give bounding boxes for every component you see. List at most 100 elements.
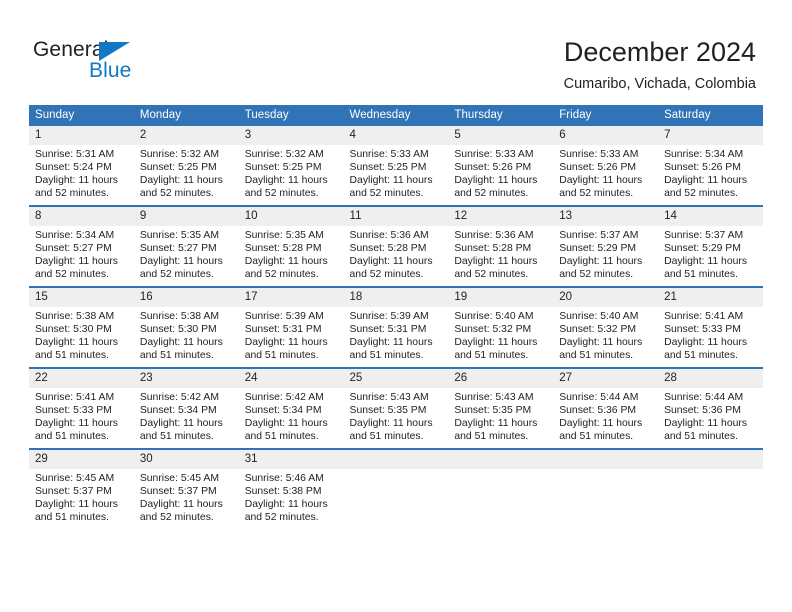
calendar-day-cell[interactable]: 18 Sunrise: 5:39 AM Sunset: 5:31 PM Dayligh… [343,286,449,368]
calendar-day-cell[interactable]: 17 Sunrise: 5:39 AM Sunset: 5:31 PM Dayligh… [238,286,344,368]
sunset-text: Sunset: 5:27 PM [139,243,217,255]
sunset-text: Sunset: 5:37 PM [139,486,217,498]
calendar-day-cell[interactable]: 12 Sunrise: 5:36 AM Sunset: 5:28 PM Dayligh… [448,205,554,287]
calendar-day-cell[interactable]: 23 Sunrise: 5:42 AM Sunset: 5:34 PM Dayligh… [133,367,239,449]
calendar-day-cell[interactable]: 26 Sunrise: 5:43 AM Sunset: 5:35 PM Dayligh… [448,367,554,449]
calendar-day-cell[interactable]: 9 Sunrise: 5:35 AM Sunset: 5:27 PM Daylight… [133,205,239,287]
day-number: 19 [448,288,554,307]
calendar-day-cell[interactable]: 4 Sunrise: 5:33 AM Sunset: 5:25 PM Daylight… [343,126,449,206]
day-details: Sunrise: 5:46 AM Sunset: 5:38 PM Daylight:… [239,469,344,524]
sunrise-text: Sunrise: 5:34 AM [35,230,115,241]
calendar-day-cell[interactable]: 21 Sunrise: 5:41 AM Sunset: 5:33 PM Dayligh… [658,286,763,368]
calendar-day-cell[interactable]: 6 Sunrise: 5:33 AM Sunset: 5:26 PM Daylight… [553,126,659,206]
calendar-day-cell[interactable]: 19 Sunrise: 5:40 AM Sunset: 5:32 PM Dayligh… [448,286,554,368]
calendar-day-cell[interactable]: 1 Sunrise: 5:31 AM Sunset: 5:24 PM Daylight… [29,126,134,206]
daylight-text: Daylight: 11 hours and 51 minutes. [664,337,748,362]
daylight-text: Daylight: 11 hours and 51 minutes. [35,499,118,524]
calendar-day-cell[interactable]: 15 Sunrise: 5:38 AM Sunset: 5:30 PM Dayligh… [29,286,134,368]
sunset-text: Sunset: 5:32 PM [559,324,637,336]
daylight-text: Daylight: 11 hours and 52 minutes. [559,256,643,281]
sunset-text: Sunset: 5:34 PM [244,405,322,417]
sunset-text: Sunset: 5:25 PM [139,162,217,174]
day-details: Sunrise: 5:37 AM Sunset: 5:29 PM Daylight:… [658,226,763,281]
calendar-body: 1 Sunrise: 5:31 AM Sunset: 5:24 PM Daylight… [29,126,763,529]
sunrise-text: Sunrise: 5:33 AM [349,149,429,160]
sunrise-text: Sunrise: 5:35 AM [244,230,324,241]
daylight-text: Daylight: 11 hours and 51 minutes. [559,418,643,443]
daylight-text: Daylight: 11 hours and 52 minutes. [139,499,223,524]
daylight-text: Daylight: 11 hours and 52 minutes. [349,256,433,281]
sunrise-text: Sunrise: 5:35 AM [139,230,219,241]
day-number: 22 [29,369,134,388]
sunset-text: Sunset: 5:26 PM [664,162,741,174]
calendar-day-cell[interactable]: 27 Sunrise: 5:44 AM Sunset: 5:36 PM Dayligh… [553,367,659,449]
calendar-header-row: Sunday Monday Tuesday Wednesday Thursday… [29,105,763,126]
calendar-week-row: 29 Sunrise: 5:45 AM Sunset: 5:37 PM Dayligh… [29,448,763,529]
calendar-day-cell[interactable]: 20 Sunrise: 5:40 AM Sunset: 5:32 PM Dayligh… [553,286,659,368]
calendar-day-cell[interactable]: 10 Sunrise: 5:35 AM Sunset: 5:28 PM Dayligh… [238,205,344,287]
calendar-day-cell[interactable]: 29 Sunrise: 5:45 AM Sunset: 5:37 PM Dayligh… [29,448,134,529]
calendar-week-row: 22 Sunrise: 5:41 AM Sunset: 5:33 PM Dayligh… [29,367,763,449]
sunset-text: Sunset: 5:36 PM [664,405,741,417]
day-number: 30 [133,450,239,469]
daylight-text: Daylight: 11 hours and 51 minutes. [139,418,223,443]
day-number [658,450,763,469]
sunrise-text: Sunrise: 5:43 AM [454,392,534,403]
calendar-day-cell[interactable]: 31 Sunrise: 5:46 AM Sunset: 5:38 PM Dayligh… [238,448,344,529]
day-details: Sunrise: 5:32 AM Sunset: 5:25 PM Daylight:… [239,145,344,200]
sunrise-text: Sunrise: 5:40 AM [454,311,534,322]
sunset-text: Sunset: 5:34 PM [139,405,217,417]
calendar-day-cell[interactable]: 25 Sunrise: 5:43 AM Sunset: 5:35 PM Dayligh… [343,367,449,449]
calendar-day-cell[interactable]: 2 Sunrise: 5:32 AM Sunset: 5:25 PM Daylight… [133,126,239,206]
daylight-text: Daylight: 11 hours and 52 minutes. [244,256,328,281]
sunrise-text: Sunrise: 5:39 AM [349,311,429,322]
sunrise-text: Sunrise: 5:31 AM [35,149,115,160]
sunset-text: Sunset: 5:38 PM [244,486,322,498]
sunrise-text: Sunrise: 5:43 AM [349,392,429,403]
calendar-day-cell[interactable]: 3 Sunrise: 5:32 AM Sunset: 5:25 PM Daylight… [238,126,344,206]
calendar-day-cell[interactable]: 13 Sunrise: 5:37 AM Sunset: 5:29 PM Dayligh… [553,205,659,287]
calendar-day-cell[interactable]: 30 Sunrise: 5:45 AM Sunset: 5:37 PM Dayligh… [133,448,239,529]
day-details [658,469,763,472]
daylight-text: Daylight: 11 hours and 51 minutes. [349,337,433,362]
calendar-day-cell[interactable]: 28 Sunrise: 5:44 AM Sunset: 5:36 PM Dayligh… [658,367,763,449]
calendar-day-cell[interactable]: 8 Sunrise: 5:34 AM Sunset: 5:27 PM Daylight… [29,205,134,287]
sunrise-text: Sunrise: 5:33 AM [559,149,639,160]
day-details: Sunrise: 5:34 AM Sunset: 5:27 PM Daylight:… [29,226,134,281]
day-number: 29 [29,450,134,469]
day-number: 7 [658,126,763,145]
day-details: Sunrise: 5:39 AM Sunset: 5:31 PM Daylight:… [239,307,344,362]
sunrise-text: Sunrise: 5:42 AM [244,392,324,403]
sunset-text: Sunset: 5:29 PM [664,243,741,255]
sunrise-text: Sunrise: 5:41 AM [35,392,115,403]
calendar-week-row: 15 Sunrise: 5:38 AM Sunset: 5:30 PM Dayligh… [29,286,763,368]
daylight-text: Daylight: 11 hours and 51 minutes. [244,418,328,443]
daylight-text: Daylight: 11 hours and 52 minutes. [244,175,328,200]
sunrise-text: Sunrise: 5:36 AM [349,230,429,241]
day-number [553,450,659,469]
day-number: 21 [658,288,763,307]
calendar-day-cell[interactable]: 14 Sunrise: 5:37 AM Sunset: 5:29 PM Dayligh… [658,205,763,287]
calendar-day-cell[interactable]: 5 Sunrise: 5:33 AM Sunset: 5:26 PM Daylight… [448,126,554,206]
day-details: Sunrise: 5:41 AM Sunset: 5:33 PM Daylight:… [658,307,763,362]
day-details: Sunrise: 5:45 AM Sunset: 5:37 PM Daylight:… [29,469,134,524]
calendar-day-cell[interactable]: 7 Sunrise: 5:34 AM Sunset: 5:26 PM Daylight… [658,126,763,206]
day-number: 10 [238,207,344,226]
day-number: 16 [133,288,239,307]
page-header: General Blue December 2024 Cumaribo, Vic… [0,0,792,100]
sunrise-text: Sunrise: 5:33 AM [454,149,534,160]
sunset-text: Sunset: 5:25 PM [244,162,322,174]
day-details: Sunrise: 5:35 AM Sunset: 5:27 PM Daylight:… [134,226,239,281]
calendar-day-cell[interactable]: 11 Sunrise: 5:36 AM Sunset: 5:28 PM Dayligh… [343,205,449,287]
day-details: Sunrise: 5:41 AM Sunset: 5:33 PM Daylight:… [29,388,134,443]
day-number: 2 [133,126,239,145]
calendar-day-cell[interactable]: 24 Sunrise: 5:42 AM Sunset: 5:34 PM Dayligh… [238,367,344,449]
day-number: 1 [29,126,134,145]
sunrise-text: Sunrise: 5:38 AM [35,311,115,322]
calendar-day-cell[interactable]: 16 Sunrise: 5:38 AM Sunset: 5:30 PM Dayligh… [133,286,239,368]
day-details [448,469,553,472]
daylight-text: Daylight: 11 hours and 52 minutes. [35,175,118,200]
sunset-text: Sunset: 5:26 PM [454,162,532,174]
day-details [553,469,658,472]
calendar-day-cell[interactable]: 22 Sunrise: 5:41 AM Sunset: 5:33 PM Dayligh… [29,367,134,449]
